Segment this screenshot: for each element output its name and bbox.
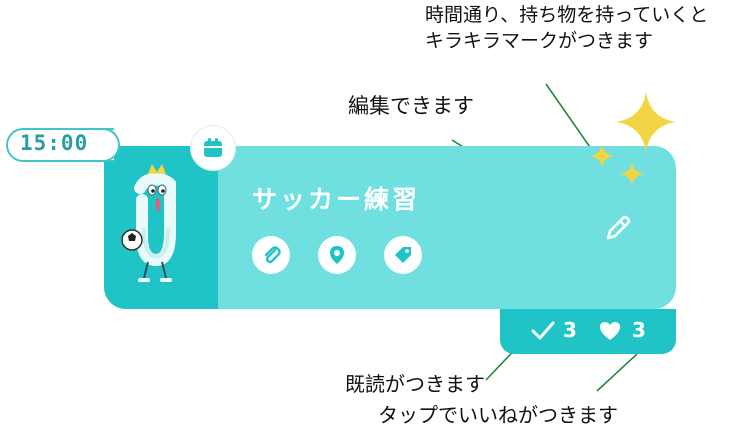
reaction-bar [500,309,676,354]
edit-annotation: 編集できます [348,94,474,118]
sparkle-icon [590,92,676,186]
like-annotation: タップでいいねがつきます [378,403,618,427]
calendar-icon [204,138,222,157]
location-button[interactable] [318,236,356,274]
sparkle-annotation-line1: 時間通り、持ち物を持っていくと [425,4,709,26]
sparkle-annotation: 時間通り、持ち物を持っていくと キラキラマークがつきます [425,2,708,54]
read-count: 3 [563,318,577,342]
heart-icon[interactable] [598,320,622,342]
attachment-button[interactable] [252,236,290,274]
read-annotation: 既読がつきます [345,372,485,396]
tag-button[interactable] [384,236,422,274]
paperclip-icon [264,246,281,264]
sparkle-annotation-line2: キラキラマークがつきます [425,30,654,52]
event-title: サッカー練習 [252,185,421,214]
map-pin-icon [330,246,344,264]
tag-icon [395,247,411,263]
edit-button[interactable] [602,212,634,244]
calendar-bubble[interactable] [191,126,235,170]
pencil-icon [606,215,631,240]
event-time: 15:00 [20,131,89,155]
like-count: 3 [632,318,646,342]
mascot-avatar [121,164,176,282]
check-icon[interactable] [530,320,556,342]
time-pill-end [86,128,120,162]
